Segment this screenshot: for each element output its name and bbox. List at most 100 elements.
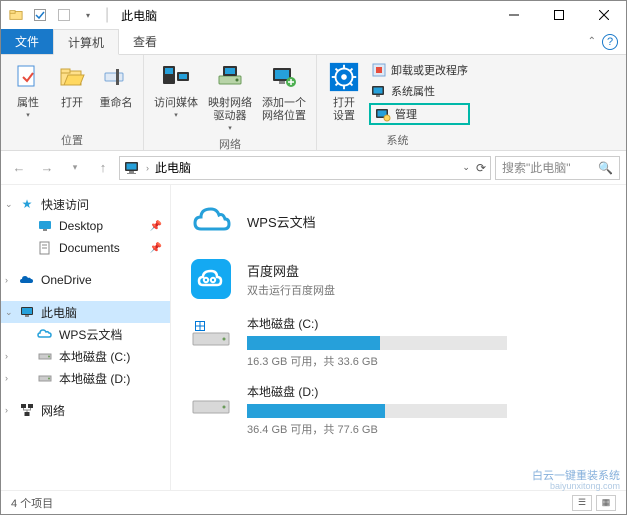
expand-icon[interactable]: ⌄	[5, 199, 13, 210]
expand-icon[interactable]: ›	[5, 275, 8, 285]
qat-checkbox-icon[interactable]	[29, 4, 51, 26]
sidebar-label: 快速访问	[41, 196, 89, 213]
sidebar-label: WPS云文档	[59, 326, 122, 343]
watermark-line2: baiyunxitong.com	[532, 482, 620, 492]
rename-icon	[100, 61, 132, 93]
chevron-down-icon: ▾	[228, 124, 232, 132]
properties-button[interactable]: 属性 ▾	[9, 59, 47, 121]
sidebar-label: OneDrive	[41, 273, 92, 287]
tab-file[interactable]: 文件	[1, 29, 53, 54]
item-title: 百度网盘	[247, 261, 335, 280]
sidebar-item-drive-d[interactable]: › 本地磁盘 (D:)	[1, 367, 170, 389]
open-settings-button[interactable]: 打开 设置	[325, 59, 363, 125]
sidebar-label: 网络	[41, 402, 65, 419]
address-dropdown-icon[interactable]: ⌄	[462, 162, 470, 173]
collapse-ribbon-icon[interactable]: ⌃	[588, 36, 596, 47]
item-subtitle: 双击运行百度网盘	[247, 282, 335, 298]
item-title: WPS云文档	[247, 212, 316, 231]
window-title: 此电脑	[121, 7, 157, 24]
list-item-drive-c[interactable]: 本地磁盘 (C:) 16.3 GB 可用，共 33.6 GB	[189, 315, 608, 369]
quick-access-toolbar: ▾ | 此电脑	[1, 4, 157, 26]
chevron-down-icon: ▾	[174, 111, 178, 119]
forward-button[interactable]: →	[35, 156, 59, 180]
search-placeholder: 搜索"此电脑"	[502, 159, 571, 176]
qat-blank-icon[interactable]	[53, 4, 75, 26]
sidebar-item-quick-access[interactable]: ⌄ ★ 快速访问	[1, 193, 170, 215]
rename-button[interactable]: 重命名	[97, 59, 135, 112]
minimize-button[interactable]	[491, 1, 536, 29]
access-media-button[interactable]: 访问媒体 ▾	[152, 59, 200, 121]
list-item-drive-d[interactable]: 本地磁盘 (D:) 36.4 GB 可用，共 77.6 GB	[189, 383, 608, 437]
close-button[interactable]	[581, 1, 626, 29]
sidebar-label: 本地磁盘 (D:)	[59, 370, 130, 387]
wps-cloud-icon	[37, 326, 53, 342]
system-properties-button[interactable]: 系统属性	[369, 82, 470, 100]
sidebar-item-onedrive[interactable]: › OneDrive	[1, 269, 170, 291]
watermark: 白云一键重装系统 baiyunxitong.com	[532, 470, 620, 492]
map-drive-label: 映射网络 驱动器	[208, 97, 252, 123]
sidebar-item-wps[interactable]: WPS云文档	[1, 323, 170, 345]
search-icon: 🔍	[598, 161, 613, 175]
drive-usage-bar	[247, 336, 507, 350]
onedrive-icon	[19, 272, 35, 288]
up-button[interactable]: ↑	[91, 156, 115, 180]
system-properties-label: 系统属性	[391, 83, 435, 99]
recent-dropdown[interactable]: ▾	[63, 156, 87, 180]
sidebar-item-network[interactable]: › 网络	[1, 399, 170, 421]
chevron-right-icon[interactable]: ›	[146, 163, 149, 173]
refresh-icon[interactable]: ⟳	[476, 161, 486, 175]
drive-stats: 36.4 GB 可用，共 77.6 GB	[247, 421, 507, 437]
map-drive-button[interactable]: 映射网络 驱动器 ▾	[206, 59, 254, 134]
access-media-icon	[160, 61, 192, 93]
help-icon[interactable]: ?	[602, 34, 618, 50]
tab-view[interactable]: 查看	[119, 29, 171, 54]
drive-icon	[189, 315, 233, 359]
sidebar-item-desktop[interactable]: Desktop 📌	[1, 215, 170, 237]
open-button[interactable]: 打开	[53, 59, 91, 112]
tab-computer[interactable]: 计算机	[53, 29, 119, 55]
properties-label: 属性	[17, 97, 39, 110]
back-button[interactable]: ←	[7, 156, 31, 180]
map-drive-icon	[214, 61, 246, 93]
ribbon: 属性 ▾ 打开 重命名 位置 访问媒体 ▾ 映射网络 驱动器	[1, 55, 626, 151]
expand-icon[interactable]: ›	[5, 373, 8, 383]
separator: |	[105, 6, 109, 24]
access-media-label: 访问媒体	[154, 97, 198, 110]
ribbon-group-network: 访问媒体 ▾ 映射网络 驱动器 ▾ 添加一个 网络位置 网络	[144, 55, 317, 150]
sidebar-item-drive-c[interactable]: › 本地磁盘 (C:)	[1, 345, 170, 367]
address-bar[interactable]: › 此电脑 ⌄ ⟳	[119, 156, 491, 180]
maximize-button[interactable]	[536, 1, 581, 29]
ribbon-group-location: 属性 ▾ 打开 重命名 位置	[1, 55, 144, 150]
manage-button[interactable]: 管理	[369, 103, 470, 125]
sidebar-label: 本地磁盘 (C:)	[59, 348, 130, 365]
this-pc-icon	[124, 160, 140, 176]
status-bar: 4 个项目 ☰ ▦	[1, 490, 626, 514]
sidebar-label: Desktop	[59, 219, 103, 233]
add-network-location-button[interactable]: 添加一个 网络位置	[260, 59, 308, 125]
uninstall-label: 卸载或更改程序	[391, 62, 468, 78]
view-details-button[interactable]: ☰	[572, 495, 592, 511]
open-label: 打开	[61, 97, 83, 110]
group-label-system: 系统	[325, 130, 470, 148]
sidebar-item-documents[interactable]: Documents 📌	[1, 237, 170, 259]
ribbon-group-system: 打开 设置 卸载或更改程序 系统属性 管理 系统	[317, 55, 478, 150]
sidebar-label: 此电脑	[41, 304, 77, 321]
uninstall-programs-button[interactable]: 卸载或更改程序	[369, 61, 470, 79]
view-tiles-button[interactable]: ▦	[596, 495, 616, 511]
title-bar: ▾ | 此电脑	[1, 1, 626, 29]
expand-icon[interactable]: ›	[5, 405, 8, 415]
qat-dropdown[interactable]: ▾	[77, 4, 99, 26]
breadcrumb-location[interactable]: 此电脑	[155, 159, 191, 176]
list-item-wps[interactable]: WPS云文档	[189, 199, 608, 243]
drive-icon	[37, 348, 53, 364]
sidebar-item-this-pc[interactable]: ⌄ 此电脑	[1, 301, 170, 323]
baidu-netdisk-icon	[189, 257, 233, 301]
expand-icon[interactable]: ⌄	[5, 307, 13, 318]
expand-icon[interactable]: ›	[5, 351, 8, 361]
chevron-down-icon: ▾	[26, 111, 30, 119]
list-item-baidu[interactable]: 百度网盘 双击运行百度网盘	[189, 257, 608, 301]
ribbon-help: ⌃ ?	[588, 29, 626, 54]
qat-folder-icon[interactable]	[5, 4, 27, 26]
content-pane: WPS云文档 百度网盘 双击运行百度网盘 本地磁盘 (C:) 16.3 GB 可…	[171, 185, 626, 490]
search-input[interactable]: 搜索"此电脑" 🔍	[495, 156, 620, 180]
